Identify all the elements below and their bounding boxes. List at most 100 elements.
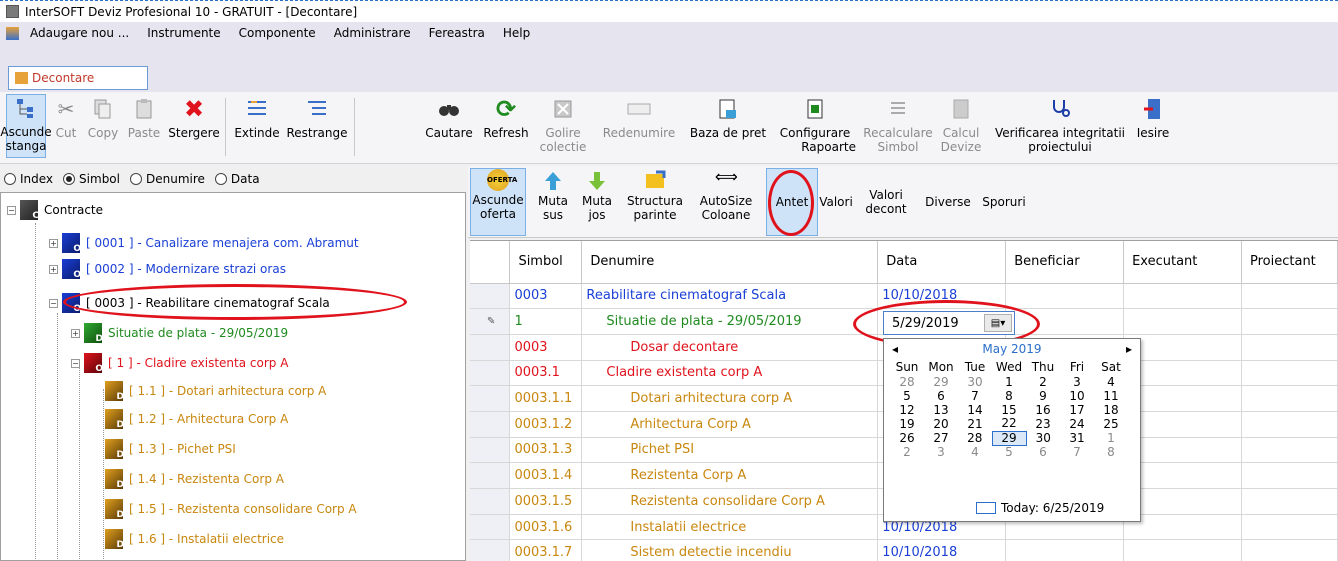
calendar-day[interactable]: 4 bbox=[958, 445, 992, 459]
golire-colectie-button[interactable]: Golire colectie bbox=[540, 96, 586, 154]
calendar-day[interactable]: 15 bbox=[992, 403, 1026, 417]
cut-button[interactable]: ✂ Cut bbox=[52, 96, 80, 140]
row-indicator[interactable] bbox=[470, 283, 511, 310]
cell-denumire[interactable]: Sistem detectie incendiu bbox=[581, 539, 879, 561]
cell-executant[interactable] bbox=[1123, 462, 1242, 489]
cell-executant[interactable] bbox=[1123, 385, 1242, 412]
calendar-day[interactable]: 26 bbox=[890, 431, 924, 445]
cell-proiectant[interactable] bbox=[1241, 437, 1338, 464]
calendar-day[interactable]: 2 bbox=[890, 445, 924, 459]
cell-simbol[interactable]: 0003.1.7 bbox=[509, 539, 583, 561]
cell-proiectant[interactable] bbox=[1241, 539, 1338, 561]
baza-de-pret-button[interactable]: Baza de pret bbox=[688, 96, 768, 140]
menu-fereastra[interactable]: Fereastra bbox=[420, 26, 494, 40]
configurare-rapoarte-button[interactable]: Configurare Rapoarte bbox=[774, 96, 856, 154]
row-indicator[interactable] bbox=[470, 488, 511, 515]
calendar-day[interactable]: 16 bbox=[1026, 403, 1060, 417]
calendar-day[interactable]: 23 bbox=[1026, 417, 1060, 431]
column-header-proiectant[interactable]: Proiectant bbox=[1241, 241, 1338, 284]
calendar-day[interactable]: 18 bbox=[1094, 403, 1128, 417]
row-indicator[interactable] bbox=[470, 462, 511, 489]
tree-node-1-3[interactable]: [ 1.3 ] - Pichet PSI bbox=[105, 436, 236, 462]
next-month-icon[interactable]: ▸ bbox=[1126, 342, 1132, 356]
cell-simbol[interactable]: 0003.1.5 bbox=[509, 488, 583, 515]
cell-executant[interactable] bbox=[1123, 283, 1242, 310]
calendar-day[interactable]: 9 bbox=[1026, 389, 1060, 403]
calendar-month[interactable]: May 2019 bbox=[982, 342, 1041, 356]
cell-denumire[interactable]: Cladire existenta corp A bbox=[581, 360, 879, 387]
cell-data[interactable]: 10/10/2018 bbox=[877, 539, 1007, 561]
calendar-day[interactable]: 2 bbox=[1026, 375, 1060, 389]
cell-proiectant[interactable] bbox=[1241, 360, 1338, 387]
calcul-devize-button[interactable]: Calcul Devize bbox=[940, 96, 982, 154]
cell-executant[interactable] bbox=[1123, 411, 1242, 438]
cell-simbol[interactable]: 0003.1.6 bbox=[509, 514, 583, 541]
muta-jos-button[interactable]: Muta jos bbox=[582, 170, 612, 222]
tree-node-1-2[interactable]: [ 1.2 ] - Arhitectura Corp A bbox=[105, 406, 288, 432]
copy-button[interactable]: Copy bbox=[86, 96, 120, 140]
menu-adaugare[interactable]: Adaugare nou ... bbox=[21, 26, 138, 40]
cell-simbol[interactable]: 0003 bbox=[509, 283, 583, 310]
menu-instrumente[interactable]: Instrumente bbox=[138, 26, 229, 40]
table-row[interactable]: 0003.1.7 Sistem detectie incendiu 10/10/20… bbox=[470, 539, 1338, 561]
cell-simbol[interactable]: 0003 bbox=[509, 334, 583, 361]
calendar-day[interactable]: 6 bbox=[1026, 445, 1060, 459]
row-indicator[interactable] bbox=[470, 385, 511, 412]
calendar-day[interactable]: 10 bbox=[1060, 389, 1094, 403]
cell-executant[interactable] bbox=[1123, 514, 1242, 541]
calendar-day[interactable]: 13 bbox=[924, 403, 958, 417]
cell-denumire[interactable]: Situatie de plata - 29/05/2019 bbox=[581, 308, 879, 335]
cell-denumire[interactable]: Dotari arhitectura corp A bbox=[581, 385, 879, 412]
calendar-day[interactable]: 6 bbox=[924, 389, 958, 403]
calendar-day[interactable]: 1 bbox=[992, 375, 1026, 389]
cautare-button[interactable]: Cautare bbox=[424, 96, 474, 140]
cell-denumire[interactable]: Rezistenta Corp A bbox=[581, 462, 879, 489]
calendar-day[interactable]: 5 bbox=[890, 389, 924, 403]
cell-denumire[interactable]: Rezistenta consolidare Corp A bbox=[581, 488, 879, 515]
cell-proiectant[interactable] bbox=[1241, 462, 1338, 489]
tab-decontare[interactable]: Decontare bbox=[8, 66, 148, 90]
cell-executant[interactable] bbox=[1123, 334, 1242, 361]
expand-toggle[interactable]: + bbox=[49, 238, 58, 248]
calendar-day[interactable]: 14 bbox=[958, 403, 992, 417]
cell-simbol[interactable]: 0003.1.3 bbox=[509, 437, 583, 464]
calendar-day[interactable]: 8 bbox=[1094, 445, 1128, 459]
calendar-day[interactable]: 28 bbox=[958, 431, 992, 445]
verificarea-integritatii-button[interactable]: Verificarea integritatii proiectului bbox=[990, 96, 1130, 154]
expand-toggle[interactable]: + bbox=[71, 328, 80, 338]
cell-beneficiar[interactable] bbox=[1005, 539, 1125, 561]
calendar-day[interactable]: 17 bbox=[1060, 403, 1094, 417]
calendar-day[interactable]: 12 bbox=[890, 403, 924, 417]
mdi-window-icon[interactable] bbox=[6, 26, 19, 40]
cell-executant[interactable] bbox=[1123, 308, 1242, 335]
cell-simbol[interactable]: 0003.1.1 bbox=[509, 385, 583, 412]
radio-denumire[interactable]: Denumire bbox=[129, 172, 205, 186]
previous-month-icon[interactable]: ◂ bbox=[892, 342, 898, 356]
calendar-day[interactable]: 1 bbox=[1094, 431, 1128, 445]
stergere-button[interactable]: ✖ Stergere bbox=[168, 96, 220, 140]
cell-proiectant[interactable] bbox=[1241, 514, 1338, 541]
cell-denumire[interactable]: Pichet PSI bbox=[581, 437, 879, 464]
cell-denumire[interactable]: Arhitectura Corp A bbox=[581, 411, 879, 438]
restrange-button[interactable]: Restrange bbox=[286, 96, 348, 140]
ascunde-oferta-button[interactable]: OFERTA Ascunde oferta bbox=[470, 168, 526, 236]
tree-node-0002[interactable]: + [ 0002 ] - Modernizare strazi oras bbox=[49, 256, 286, 282]
cell-simbol[interactable]: 0003.1.4 bbox=[509, 462, 583, 489]
calendar-day[interactable]: 19 bbox=[890, 417, 924, 431]
calendar-day[interactable]: 24 bbox=[1060, 417, 1094, 431]
tree-node-contracte[interactable]: − Contracte bbox=[7, 197, 103, 223]
column-header-denumire[interactable]: Denumire bbox=[581, 241, 879, 284]
cell-proiectant[interactable] bbox=[1241, 488, 1338, 515]
menu-help[interactable]: Help bbox=[494, 26, 539, 40]
calendar-day[interactable]: 20 bbox=[924, 417, 958, 431]
muta-sus-button[interactable]: Muta sus bbox=[538, 170, 568, 222]
cell-proiectant[interactable] bbox=[1241, 385, 1338, 412]
calendar-day[interactable]: 27 bbox=[924, 431, 958, 445]
calendar-day[interactable]: 5 bbox=[992, 445, 1026, 459]
cell-denumire[interactable]: Reabilitare cinematograf Scala bbox=[581, 283, 879, 310]
paste-button[interactable]: Paste bbox=[126, 96, 162, 140]
row-indicator[interactable] bbox=[470, 437, 511, 464]
calendar-day[interactable]: 11 bbox=[1094, 389, 1128, 403]
valori-tab-button[interactable]: Valori bbox=[818, 170, 854, 234]
calendar-day[interactable]: 29 bbox=[991, 430, 1027, 446]
